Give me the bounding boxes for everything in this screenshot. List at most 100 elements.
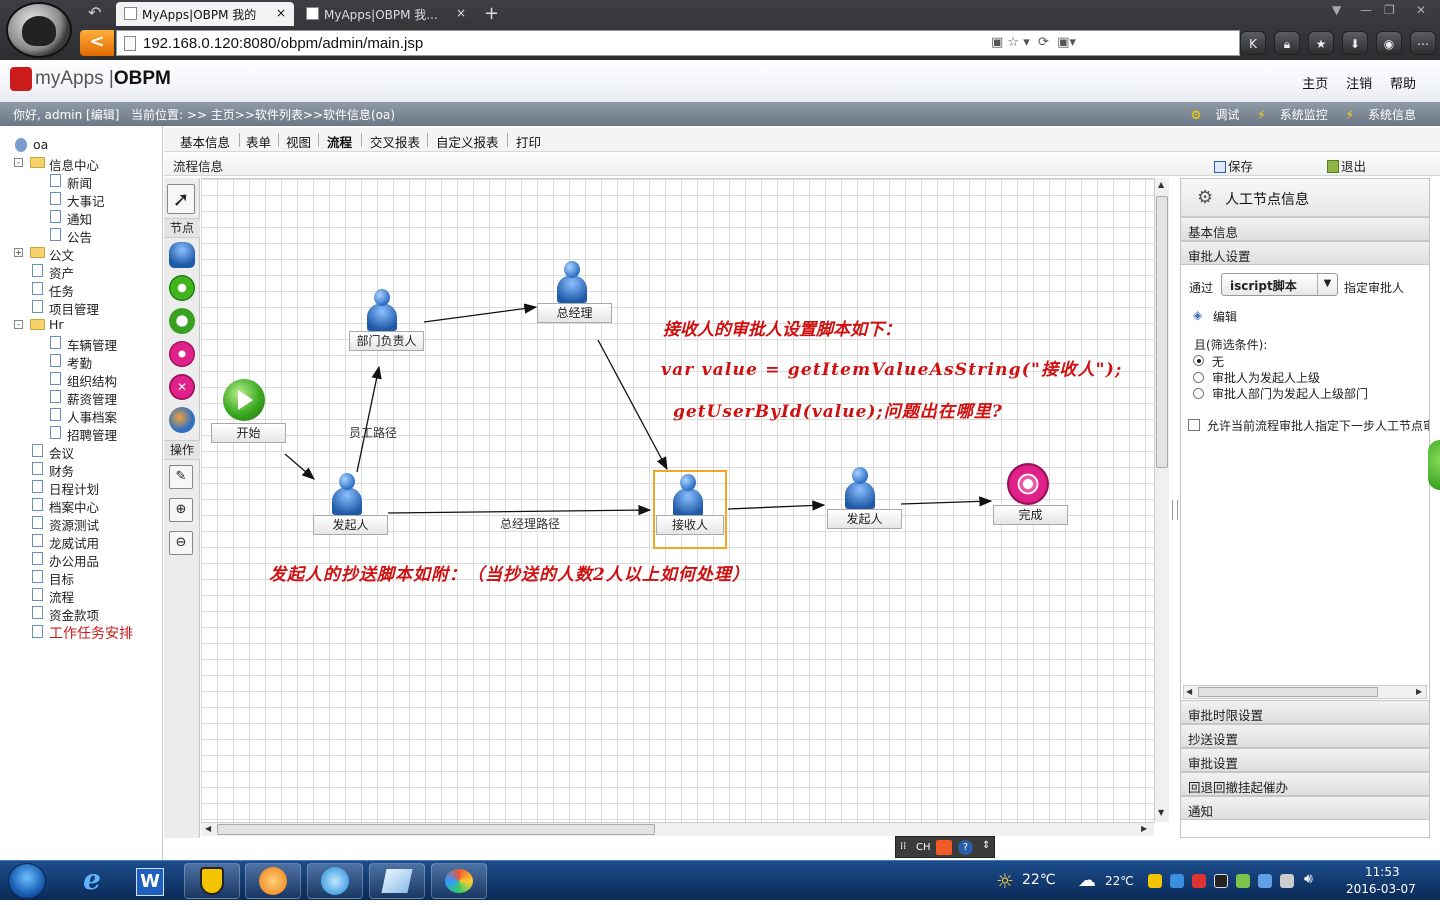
update-icon[interactable]: [1236, 874, 1250, 888]
filter-radio-dept[interactable]: [1193, 388, 1204, 399]
zoom-in-icon[interactable]: ⊕: [169, 498, 193, 522]
close-tab-icon[interactable]: ×: [276, 6, 286, 20]
browser-logo-icon[interactable]: [6, 2, 72, 58]
clock-time[interactable]: 11:53: [1365, 865, 1400, 879]
browser-tab-2[interactable]: MyApps|OBPM 我... ×: [298, 2, 474, 26]
weather-temp[interactable]: 22℃: [1022, 872, 1056, 888]
more-icon[interactable]: ⋯: [1410, 31, 1436, 55]
timer-node-icon[interactable]: [169, 308, 195, 334]
edit-script-icon[interactable]: ◈: [1193, 308, 1202, 322]
browser-app-icon[interactable]: [245, 863, 301, 899]
sysinfo-link[interactable]: ⚡ 系统信息: [1346, 108, 1416, 122]
sync-icon[interactable]: [1258, 874, 1272, 888]
ime-lang[interactable]: CH: [916, 842, 931, 853]
collapse-icon[interactable]: -: [14, 320, 23, 329]
canvas-vertical-scrollbar[interactable]: ▲ ▼: [1154, 178, 1169, 822]
tab-view[interactable]: 视图: [286, 132, 311, 151]
ime-menu-icon[interactable]: ⇕: [982, 840, 990, 851]
url-text[interactable]: 192.168.0.120:8080/obpm/admin/main.jsp: [143, 35, 423, 52]
edge-label-gm-path[interactable]: 总经理路径: [500, 515, 560, 532]
subflow-node-icon[interactable]: [169, 407, 195, 433]
expand-icon[interactable]: +: [14, 248, 23, 257]
address-bar[interactable]: 192.168.0.120:8080/obpm/admin/main.jsp ▣…: [116, 30, 1257, 56]
node-gm[interactable]: 总经理: [537, 303, 612, 323]
manual-node-icon[interactable]: [169, 242, 195, 268]
paint-app-icon[interactable]: [431, 863, 487, 899]
tab-flow[interactable]: 流程: [327, 132, 352, 151]
filter-radio-superior[interactable]: [1193, 372, 1204, 383]
ime-icon[interactable]: [936, 840, 952, 855]
monitor-link[interactable]: ⚡ 系统监控: [1257, 108, 1327, 122]
section-notify[interactable]: 通知: [1181, 796, 1429, 820]
minimize-icon[interactable]: —: [1360, 3, 1372, 17]
section-rollback[interactable]: 回退回撤挂起催办: [1181, 772, 1429, 796]
start-button[interactable]: [8, 863, 46, 899]
close-tab-icon[interactable]: ×: [456, 6, 466, 20]
tab-basic-info[interactable]: 基本信息: [180, 132, 230, 151]
tab-cross-report[interactable]: 交叉报表: [370, 132, 420, 151]
edge-label-staff-path[interactable]: 员工路径: [349, 424, 397, 441]
tab-print[interactable]: 打印: [516, 132, 541, 151]
help-icon[interactable]: ?: [958, 840, 973, 855]
floating-widget-icon[interactable]: [1428, 440, 1440, 490]
flag-icon[interactable]: [1192, 874, 1206, 888]
notes-app-icon[interactable]: [369, 863, 425, 899]
exit-button[interactable]: 退出: [1327, 156, 1366, 175]
section-approver[interactable]: 审批人设置: [1181, 241, 1429, 265]
end-node-icon[interactable]: [169, 341, 195, 367]
restore-icon[interactable]: ❐: [1384, 3, 1395, 17]
word-icon[interactable]: W: [122, 863, 178, 899]
help-link[interactable]: 帮助: [1390, 77, 1416, 92]
node-dept-head[interactable]: 部门负责人: [349, 331, 424, 351]
new-tab-button[interactable]: +: [484, 3, 499, 24]
start-node-icon[interactable]: [169, 275, 195, 301]
ie-icon[interactable]: e: [64, 863, 120, 899]
lock-icon[interactable]: 🔒︎: [1274, 31, 1300, 55]
section-time-limit[interactable]: 审批时限设置: [1181, 700, 1429, 724]
edit-icon[interactable]: ✎: [169, 465, 193, 489]
skin-icon[interactable]: ▼: [1332, 3, 1341, 17]
flow-canvas[interactable]: 开始 部门负责人 总经理 发起人 接收人 发起人 完成 员工路径 总经理路径 接…: [201, 178, 1154, 822]
qq-icon[interactable]: [1214, 874, 1228, 888]
allow-next-checkbox[interactable]: [1188, 419, 1200, 431]
antivirus-icon[interactable]: [1170, 874, 1184, 888]
approver-type-select[interactable]: iscript脚本 ▼: [1221, 273, 1338, 296]
weather-cloud-icon[interactable]: ☁: [1078, 870, 1096, 891]
zoom-out-icon[interactable]: ⊖: [169, 531, 193, 555]
game-icon[interactable]: ◉: [1376, 31, 1402, 55]
node-start-label[interactable]: 开始: [211, 423, 286, 443]
close-window-icon[interactable]: ✕: [1416, 3, 1426, 17]
tab-form[interactable]: 表单: [246, 132, 271, 151]
clock-date[interactable]: 2016-03-07: [1346, 882, 1416, 896]
weather-temp-small[interactable]: 22℃: [1105, 874, 1134, 888]
star-icon[interactable]: ★: [1308, 31, 1334, 55]
browser-tab-1[interactable]: MyApps|OBPM 我的 ×: [116, 2, 294, 26]
node-initiator-2[interactable]: 发起人: [827, 509, 902, 529]
download-icon[interactable]: ⬇: [1342, 31, 1368, 55]
panel-horizontal-scrollbar[interactable]: ◀ ▶: [1183, 685, 1427, 699]
network-icon[interactable]: [1280, 874, 1294, 888]
undo-close-tab-icon[interactable]: ↶: [88, 3, 101, 22]
weather-sun-icon[interactable]: ☼: [996, 869, 1014, 893]
logout-link[interactable]: 注销: [1346, 77, 1372, 92]
select-arrow-tool[interactable]: ➚: [167, 184, 195, 214]
volume-icon[interactable]: 🔊︎: [1304, 871, 1313, 887]
security-icon[interactable]: [184, 863, 240, 899]
save-button[interactable]: 保存: [1214, 156, 1253, 175]
home-link[interactable]: 主页: [1302, 77, 1328, 92]
chat-app-icon[interactable]: [307, 863, 363, 899]
section-approval[interactable]: 审批设置: [1181, 748, 1429, 772]
address-tools[interactable]: ▣ ☆ ▾ ⟳ ▣▾: [991, 35, 1076, 50]
filter-radio-none[interactable]: [1193, 355, 1204, 366]
node-receiver[interactable]: 接收人: [656, 515, 724, 535]
greeting[interactable]: 你好, admin [编辑]: [13, 106, 119, 123]
section-cc[interactable]: 抄送设置: [1181, 724, 1429, 748]
canvas-horizontal-scrollbar[interactable]: ◀ ▶: [201, 822, 1154, 836]
k-icon[interactable]: K: [1240, 31, 1266, 55]
collapse-icon[interactable]: -: [14, 158, 23, 167]
panel-splitter[interactable]: [1172, 500, 1178, 520]
ime-toolbar[interactable]: ⁞⁞ CH ? ⇕: [895, 836, 995, 858]
section-basic-info[interactable]: 基本信息: [1181, 217, 1429, 241]
node-initiator-1[interactable]: 发起人: [313, 515, 388, 535]
debug-link[interactable]: ⚙ 调试: [1191, 108, 1240, 122]
